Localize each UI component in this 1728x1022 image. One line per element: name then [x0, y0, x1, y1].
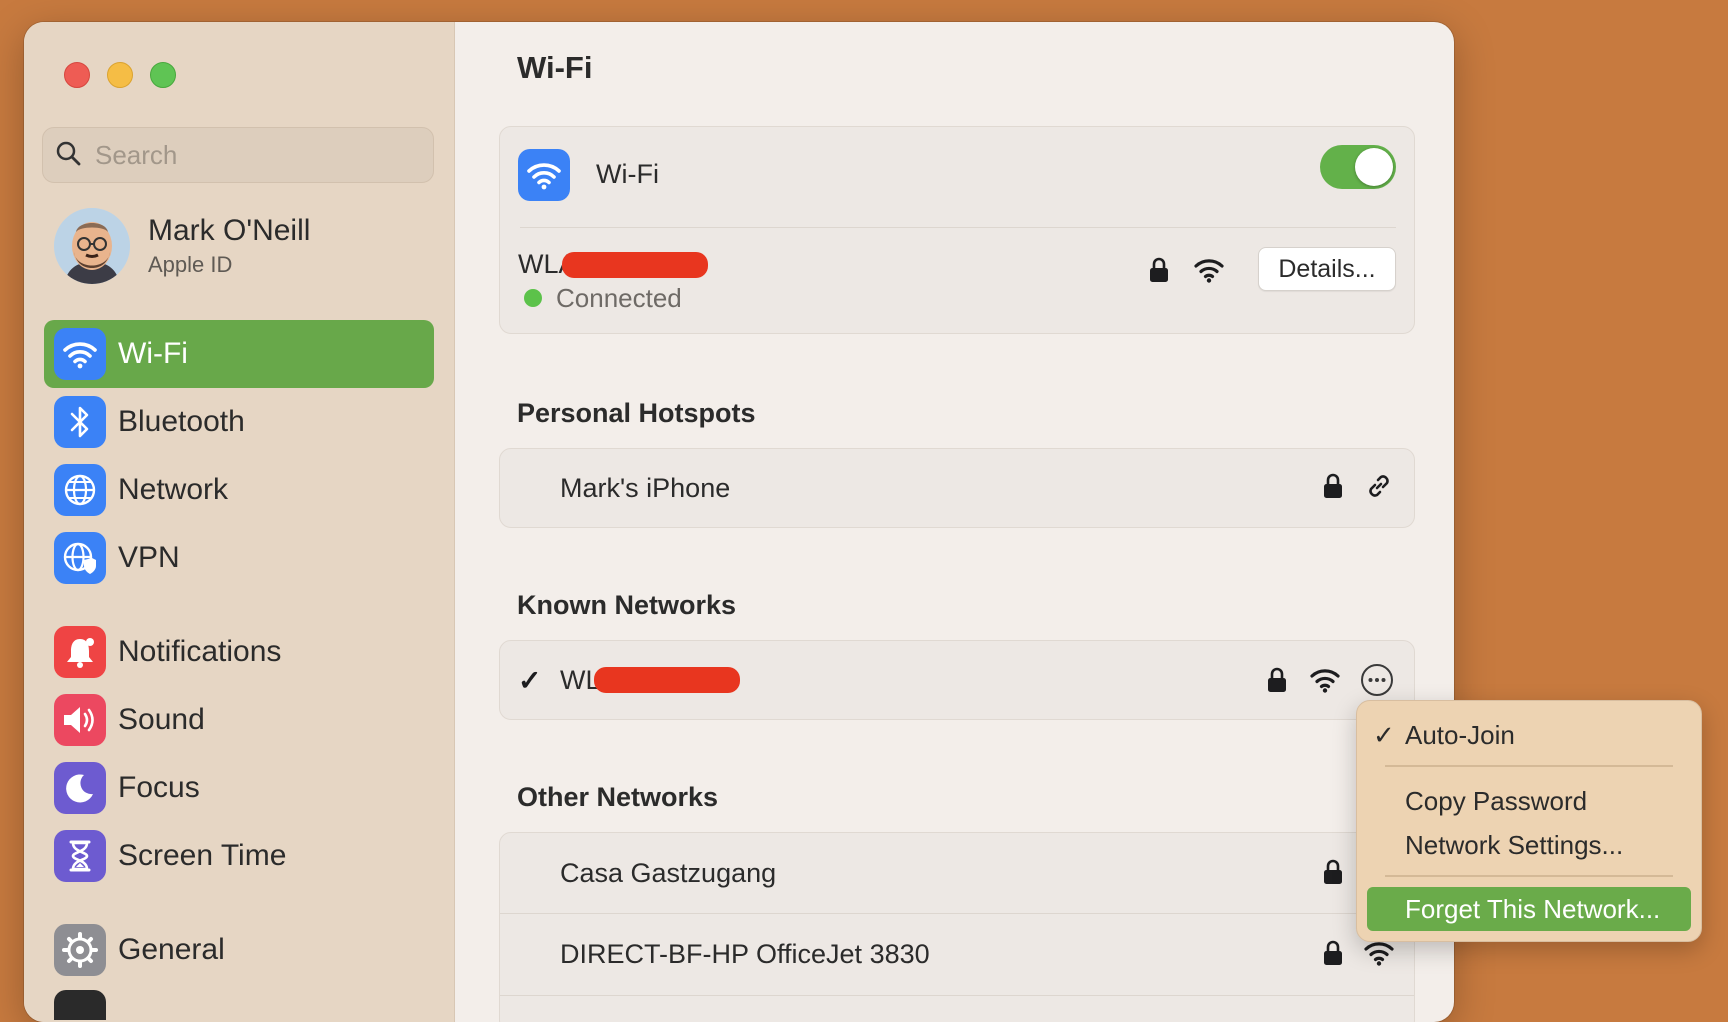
menu-separator — [1385, 875, 1673, 877]
section-title-hotspots: Personal Hotspots — [517, 398, 756, 428]
gear-icon — [54, 924, 106, 976]
list-item[interactable]: DIRECT-BF-HP OfficeJet 3830 — [500, 914, 1414, 994]
bell-icon — [54, 626, 106, 678]
lock-icon — [1266, 665, 1288, 695]
search-icon — [55, 140, 81, 171]
wifi-signal-icon — [1362, 938, 1396, 968]
lock-icon — [1322, 938, 1344, 968]
sidebar-item-label: Screen Time — [118, 839, 287, 872]
list-item[interactable]: Casa Gastzugang — [500, 833, 1414, 913]
sidebar-item-sound[interactable]: Sound — [44, 686, 434, 754]
globe-icon — [54, 464, 106, 516]
sidebar-item-label: Network — [118, 473, 229, 506]
page-title: Wi-Fi — [517, 50, 593, 85]
lock-icon — [1322, 471, 1344, 501]
menu-item-copy-password[interactable]: Copy Password — [1357, 779, 1701, 823]
menu-item-label: Auto-Join — [1405, 719, 1515, 750]
wifi-card: Wi-Fi WLA Connected Details... — [499, 126, 1415, 334]
menu-item-label: Network Settings... — [1405, 829, 1624, 860]
network-name: Casa Gastzugang — [560, 857, 777, 888]
sidebar-item-screen-time[interactable]: Screen Time — [44, 822, 434, 890]
checkmark-icon: ✓ — [518, 664, 542, 696]
sidebar-item-label: Sound — [118, 703, 205, 736]
menu-separator — [1385, 765, 1673, 767]
sidebar-item-label: Bluetooth — [118, 405, 245, 438]
sidebar: Mark O'Neill Apple ID Wi-Fi Bluetooth Ne… — [24, 22, 455, 1022]
menu-item-label: Forget This Network... — [1405, 893, 1661, 924]
wifi-signal-icon — [1308, 665, 1342, 695]
menu-item-label: Copy Password — [1405, 785, 1588, 816]
network-name: DIRECT-BF-HP OfficeJet 3830 — [560, 938, 930, 969]
list-item[interactable]: Mark's iPhone — [500, 449, 1414, 527]
window-controls — [64, 62, 176, 88]
sidebar-item-label: Notifications — [118, 635, 282, 668]
wifi-label: Wi-Fi — [596, 159, 659, 189]
sidebar-item-wifi[interactable]: Wi-Fi — [44, 320, 434, 388]
other-networks-list: Casa Gastzugang DIRECT-BF-HP OfficeJet 3… — [499, 832, 1415, 1022]
hotspot-name: Mark's iPhone — [560, 472, 731, 503]
connection-status: Connected — [556, 283, 682, 313]
hotspots-list: Mark's iPhone — [499, 448, 1415, 528]
settings-window: Mark O'Neill Apple ID Wi-Fi Bluetooth Ne… — [24, 22, 1454, 1022]
main-panel: Wi-Fi Wi-Fi WLA Connected Details... Per… — [455, 22, 1454, 1022]
hourglass-icon — [54, 830, 106, 882]
link-icon — [1364, 471, 1394, 501]
zoom-button[interactable] — [150, 62, 176, 88]
status-dot — [524, 289, 542, 307]
sidebar-item-label: Focus — [118, 771, 200, 804]
sidebar-item-label: VPN — [118, 541, 180, 574]
lock-icon — [1322, 857, 1344, 887]
sidebar-item-focus[interactable]: Focus — [44, 754, 434, 822]
speaker-icon — [54, 694, 106, 746]
network-context-menu: ✓ Auto-Join Copy Password Network Settin… — [1356, 700, 1702, 942]
menu-item-forget-network[interactable]: Forget This Network... — [1367, 887, 1691, 931]
avatar — [54, 208, 130, 284]
profile-subtitle: Apple ID — [148, 252, 233, 277]
wifi-signal-icon — [1192, 255, 1226, 285]
wifi-toggle[interactable] — [1320, 145, 1396, 189]
sidebar-item-label: Wi-Fi — [118, 337, 188, 370]
sidebar-item-bluetooth[interactable]: Bluetooth — [44, 388, 434, 456]
sidebar-item-general[interactable]: General — [44, 916, 434, 984]
section-title-known: Known Networks — [517, 590, 737, 620]
vpn-globe-icon — [54, 532, 106, 584]
toggle-knob — [1355, 148, 1393, 186]
section-title-other: Other Networks — [517, 782, 719, 812]
sidebar-item-vpn[interactable]: VPN — [44, 524, 434, 592]
search-input[interactable] — [93, 138, 417, 172]
minimize-button[interactable] — [107, 62, 133, 88]
more-options-icon[interactable] — [1360, 663, 1394, 697]
moon-icon — [54, 762, 106, 814]
sidebar-item-network[interactable]: Network — [44, 456, 434, 524]
bluetooth-icon — [54, 396, 106, 448]
redaction-mark — [562, 252, 708, 278]
checkmark-icon: ✓ — [1373, 719, 1395, 750]
wifi-icon — [518, 149, 570, 201]
redaction-mark — [594, 667, 740, 693]
wifi-icon — [54, 328, 106, 380]
close-button[interactable] — [64, 62, 90, 88]
divider — [520, 227, 1396, 228]
sidebar-item-label: General — [118, 933, 225, 966]
apple-id-profile[interactable]: Mark O'Neill Apple ID — [54, 208, 310, 284]
sidebar-item-notifications[interactable]: Notifications — [44, 618, 434, 686]
menu-item-network-settings[interactable]: Network Settings... — [1357, 823, 1701, 867]
lock-icon — [1148, 255, 1170, 285]
menu-item-auto-join[interactable]: ✓ Auto-Join — [1357, 713, 1701, 757]
profile-name: Mark O'Neill — [148, 214, 311, 247]
search-field[interactable] — [42, 127, 434, 183]
list-item[interactable]: ✓ WL — [500, 641, 1414, 719]
known-networks-list: ✓ WL — [499, 640, 1415, 720]
details-button[interactable]: Details... — [1258, 247, 1396, 291]
next-sidebar-icon — [54, 990, 106, 1020]
